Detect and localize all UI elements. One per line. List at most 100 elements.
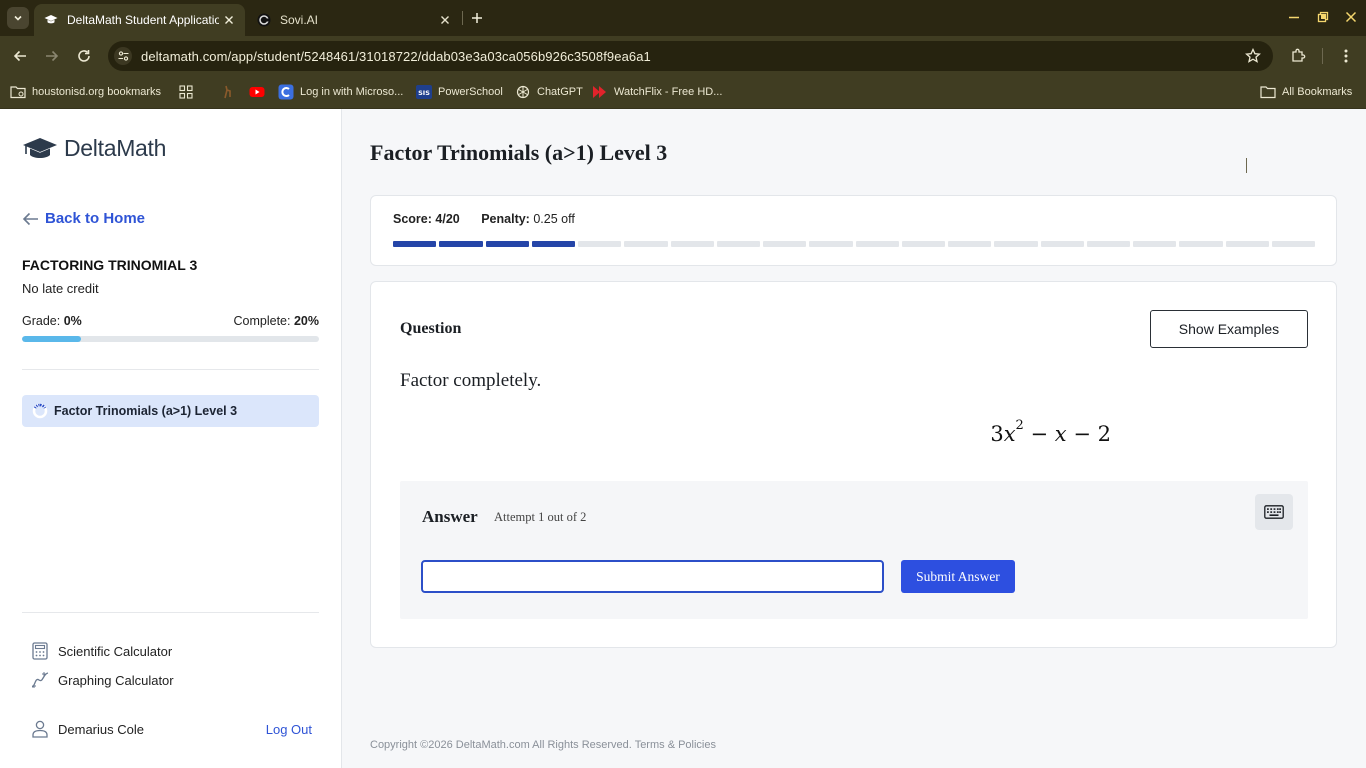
- keyboard-icon: [1264, 505, 1284, 519]
- problem-list-item[interactable]: Factor Trinomials (a>1) Level 3: [22, 395, 319, 427]
- score-segment-empty: [578, 241, 622, 247]
- tab-sovi[interactable]: Sovi.AI: [247, 4, 461, 36]
- browser-tab-strip: DeltaMath Student Application Sovi.AI: [0, 0, 1366, 36]
- completion-progress-bar: [22, 336, 319, 342]
- bookmark-youtube[interactable]: [249, 81, 271, 103]
- grade-label: Grade:: [22, 314, 61, 328]
- arrow-left-icon: [22, 212, 38, 225]
- attempt-counter: Attempt 1 out of 2: [494, 510, 587, 524]
- bookmark-label: PowerSchool: [438, 86, 503, 98]
- bookmark-chatgpt[interactable]: ChatGPT: [515, 81, 583, 103]
- sis-icon: SIS: [416, 84, 432, 100]
- math-keyboard-button[interactable]: [1255, 494, 1293, 530]
- bookmark-houstonisd[interactable]: houstonisd.org bookmarks: [10, 81, 161, 103]
- bookmark-watchflix[interactable]: WatchFlix - Free HD...: [592, 81, 722, 103]
- back-label: Back to Home: [45, 210, 146, 227]
- penalty-label: Penalty:: [481, 212, 530, 226]
- bookmark-label: ChatGPT: [537, 86, 583, 98]
- problem-item-label: Factor Trinomials (a>1) Level 3: [54, 404, 238, 418]
- score-segment-empty: [1040, 241, 1084, 247]
- deer-icon: [220, 84, 236, 100]
- score-segment-empty: [1271, 241, 1315, 247]
- score-segment-complete: [531, 241, 575, 247]
- score-segment-empty: [948, 241, 992, 247]
- score-segment-complete: [393, 241, 437, 247]
- close-tab-icon[interactable]: [219, 10, 239, 30]
- apps-grid-icon: [178, 84, 194, 100]
- arrow-right-icon: [46, 50, 59, 62]
- user-row: Demarius Cole Log Out: [30, 719, 312, 739]
- reload-button[interactable]: [72, 44, 96, 68]
- deltamath-logo[interactable]: DeltaMath: [22, 135, 166, 162]
- bookmark-deer[interactable]: [220, 81, 242, 103]
- close-window-button[interactable]: [1339, 6, 1363, 28]
- sidebar: DeltaMath Back to Home FACTORING TRINOMI…: [0, 109, 342, 768]
- score-segment-empty: [855, 241, 899, 247]
- url-text: deltamath.com/app/student/5248461/310187…: [141, 48, 651, 64]
- tab-title: DeltaMath Student Application: [67, 13, 219, 27]
- more-vertical-icon: [1344, 49, 1348, 63]
- math-expression: 3x2 − x − 2: [371, 418, 1111, 446]
- site-settings-icon[interactable]: [114, 47, 132, 65]
- new-tab-button[interactable]: [467, 8, 487, 28]
- show-examples-button[interactable]: Show Examples: [1150, 310, 1308, 348]
- folder-icon: [1260, 84, 1276, 100]
- restore-button[interactable]: [1311, 6, 1335, 28]
- folder-icon: [10, 84, 26, 100]
- scientific-calculator-link[interactable]: Scientific Calculator: [30, 641, 172, 661]
- score-segment-empty: [716, 241, 760, 247]
- assignment-title: FACTORING TRINOMIAL 3: [22, 257, 198, 273]
- footer-copyright: Copyright ©2026 DeltaMath.com All Rights…: [370, 739, 716, 751]
- logout-link[interactable]: Log Out: [266, 722, 312, 737]
- expression: 3x2 − x − 2: [990, 418, 1111, 446]
- answer-input[interactable]: [421, 560, 884, 593]
- score-segment-empty: [901, 241, 945, 247]
- address-bar[interactable]: deltamath.com/app/student/5248461/310187…: [108, 41, 1273, 71]
- all-bookmarks-button[interactable]: All Bookmarks: [1260, 81, 1352, 103]
- extensions-button[interactable]: [1286, 44, 1310, 68]
- arrow-left-icon: [13, 50, 26, 62]
- submit-answer-button[interactable]: Submit Answer: [901, 560, 1015, 593]
- bookmark-apps[interactable]: [178, 81, 200, 103]
- back-to-home-link[interactable]: Back to Home: [22, 210, 145, 227]
- calculator-icon: [30, 641, 50, 661]
- minimize-button[interactable]: [1282, 6, 1306, 28]
- answer-heading: Answer: [422, 507, 478, 526]
- back-nav-button[interactable]: [8, 44, 32, 68]
- bookmark-microsoft-login[interactable]: Log in with Microso...: [278, 81, 403, 103]
- browser-menu-button[interactable]: [1334, 44, 1358, 68]
- c-logo-icon: [278, 84, 294, 100]
- toolbar-separator: [1322, 48, 1323, 64]
- tab-deltamath[interactable]: DeltaMath Student Application: [34, 4, 245, 36]
- grade-complete-row: Grade: 0% Complete: 20%: [22, 314, 319, 328]
- logo-text: DeltaMath: [64, 135, 167, 161]
- score-segment-empty: [1086, 241, 1130, 247]
- complete-stat: Complete: 20%: [234, 314, 320, 328]
- expr-operator: −: [1030, 422, 1049, 446]
- forward-nav-button[interactable]: [40, 44, 64, 68]
- chevron-down-icon: [14, 15, 22, 21]
- tab-separator: [462, 11, 463, 25]
- bookmark-powerschool[interactable]: SIS PowerSchool: [416, 81, 503, 103]
- score-segment-empty: [670, 241, 714, 247]
- tab-search-button[interactable]: [7, 7, 29, 29]
- close-tab-icon[interactable]: [435, 10, 455, 30]
- graphing-calculator-link[interactable]: Graphing Calculator: [30, 670, 174, 690]
- expr-operator: −: [1073, 422, 1091, 446]
- score-segment-empty: [1179, 241, 1223, 247]
- all-bookmarks-label: All Bookmarks: [1282, 86, 1353, 98]
- completion-progress-fill: [22, 336, 82, 342]
- close-icon: [1345, 11, 1357, 23]
- expr-constant: 2: [1097, 422, 1111, 446]
- score-segment-empty: [1133, 241, 1177, 247]
- score-card: Score: 4/20 Penalty: 0.25 off: [370, 195, 1337, 266]
- user-icon: [30, 719, 50, 739]
- score-segment-empty: [624, 241, 668, 247]
- star-icon: [1245, 48, 1261, 63]
- score-segment-complete: [439, 241, 483, 247]
- grade-value: 0%: [63, 314, 82, 328]
- penalty-stat: Penalty: 0.25 off: [481, 212, 575, 226]
- puzzle-icon: [1292, 48, 1306, 62]
- bookmark-star-button[interactable]: [1241, 44, 1265, 68]
- bookmark-label: Log in with Microso...: [300, 86, 404, 98]
